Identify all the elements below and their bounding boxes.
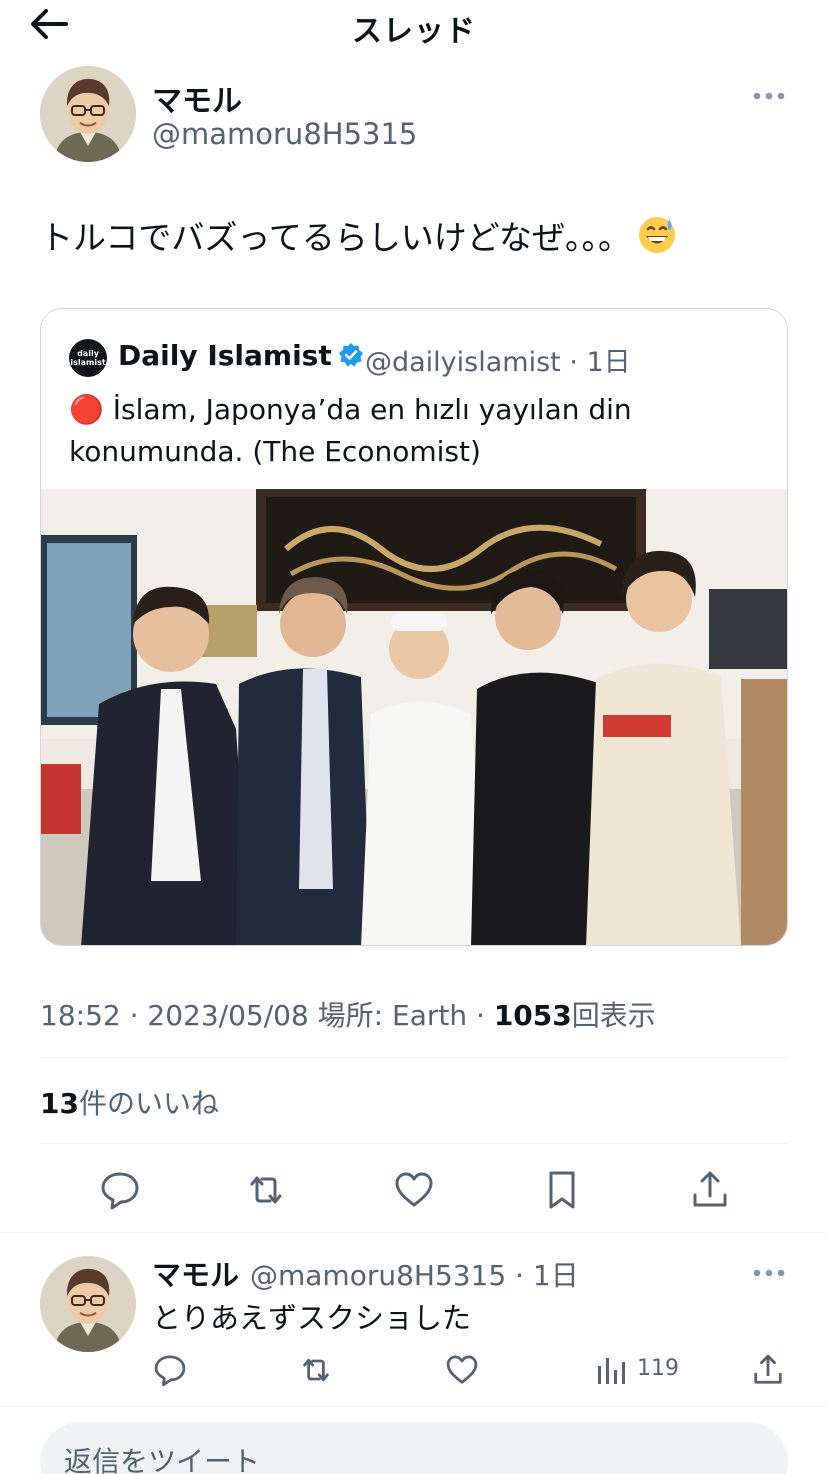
- retweet-icon: [303, 1358, 329, 1382]
- quoted-author-name: Daily Islamist: [118, 339, 332, 372]
- more-options-icon[interactable]: [752, 88, 786, 102]
- retweet-icon: [250, 1176, 282, 1204]
- bookmark-icon: [549, 1171, 575, 1209]
- likes-count: 13: [40, 1087, 79, 1120]
- avatar-illustration: [40, 66, 136, 162]
- reply-more-options-icon[interactable]: [752, 1265, 786, 1279]
- share-icon: [693, 1171, 727, 1207]
- quoted-avatar[interactable]: daily islamist: [69, 339, 107, 377]
- view-count: 1053: [493, 999, 572, 1032]
- view-label: 回表示: [571, 999, 656, 1032]
- tweet-meta: 18:52 · 2023/05/08 場所: Earth · 1053回表示: [40, 994, 656, 1034]
- quoted-handle-time: @dailyislamist · 1日: [365, 347, 631, 378]
- share-icon: [754, 1354, 782, 1384]
- reply-icon: [101, 1172, 139, 1210]
- quoted-tweet-text: 🔴 İslam, Japonya’da en hızlı yayılan din…: [69, 393, 632, 468]
- page-title: スレッド: [352, 14, 476, 49]
- reply-like-button[interactable]: [444, 1352, 480, 1388]
- reply-avatar[interactable]: [40, 1256, 136, 1352]
- share-button[interactable]: [688, 1168, 732, 1212]
- tweet-timestamp[interactable]: 18:52 · 2023/05/08 場所: Earth ·: [40, 999, 494, 1032]
- heart-icon: [446, 1355, 478, 1384]
- heart-icon: [395, 1172, 433, 1207]
- reply-handle-time[interactable]: @mamoru8H5315 · 1日: [250, 1254, 579, 1294]
- tweet-text: トルコでバズってるらしいけどなぜ。。。: [40, 214, 677, 262]
- author-handle[interactable]: @mamoru8H5315: [152, 117, 417, 151]
- compose-placeholder: 返信をツイート: [64, 1445, 261, 1474]
- likes-summary[interactable]: 13件のいいね: [40, 1082, 219, 1122]
- reply-compose-input[interactable]: 返信をツイート: [40, 1422, 788, 1474]
- verified-badge-icon: [338, 342, 364, 368]
- group-photo-image[interactable]: [41, 489, 788, 946]
- likes-label: 件のいいね: [78, 1087, 219, 1120]
- divider: [0, 1406, 828, 1407]
- reply-button[interactable]: [98, 1168, 142, 1212]
- reply-author-name[interactable]: マモル: [152, 1252, 239, 1294]
- header-bar: スレッド: [0, 0, 828, 50]
- reply-icon: [154, 1355, 186, 1387]
- divider: [0, 1232, 828, 1233]
- reply-views-button[interactable]: [594, 1352, 630, 1388]
- bookmark-button[interactable]: [540, 1168, 584, 1212]
- reply-text: とりあえずスクショした: [152, 1301, 472, 1335]
- reply-share-button[interactable]: [750, 1352, 786, 1388]
- reply-views-count: 119: [637, 1356, 679, 1381]
- quoted-tweet-card[interactable]: daily islamist Daily Islamist @dailyisla…: [40, 308, 788, 946]
- avatar-illustration: [40, 1256, 136, 1352]
- grinning-sweat-emoji-icon: [637, 215, 677, 255]
- retweet-button[interactable]: [244, 1168, 288, 1212]
- divider: [40, 1057, 788, 1058]
- author-name[interactable]: マモル: [152, 76, 242, 120]
- like-button[interactable]: [392, 1168, 436, 1212]
- tweet-body: トルコでバズってるらしいけどなぜ。。。: [40, 218, 632, 257]
- reply-retweet-button[interactable]: [298, 1352, 334, 1388]
- quoted-author[interactable]: Daily Islamist: [118, 339, 364, 372]
- bar-chart-icon: [598, 1358, 625, 1384]
- author-avatar[interactable]: [40, 66, 136, 162]
- reply-reply-button[interactable]: [152, 1352, 188, 1388]
- divider: [40, 1143, 788, 1144]
